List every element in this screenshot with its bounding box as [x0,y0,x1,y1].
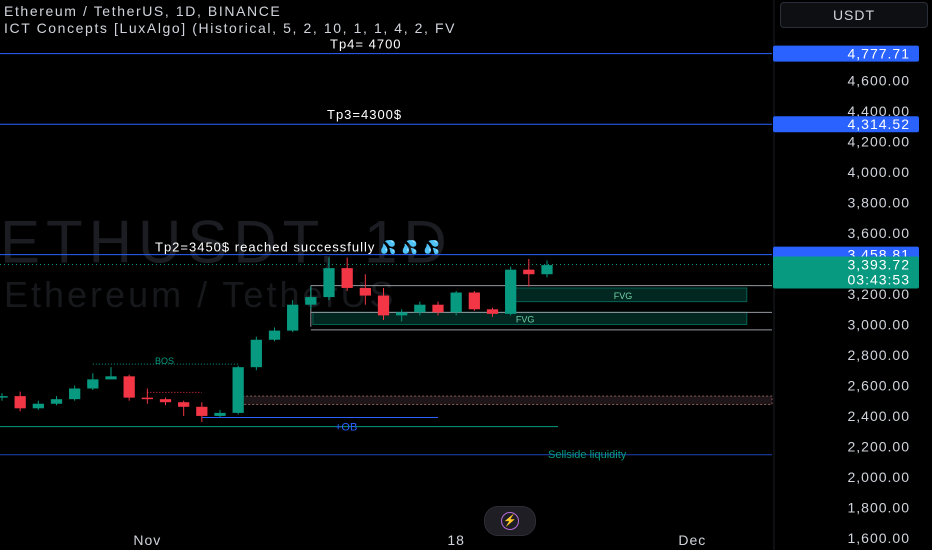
annotation-tp2: Tp2=3450$ reached successfully 💦 💦 💦 [155,239,441,256]
candle-body [341,268,353,288]
candle-body [323,268,335,298]
annotation-bos: BOS [155,356,174,366]
price-tag-label: 4,314.52 [848,116,911,132]
candle-body [14,396,26,409]
candle-body [105,376,117,380]
price-tick-label: 4,200.00 [848,134,911,150]
current-price-label: 3,393.72 [848,257,911,273]
candle-body [0,396,8,398]
order-block-zone [233,395,773,406]
candle-body [32,403,44,409]
candle-body [396,312,408,316]
price-tick-label: 1,600.00 [848,530,911,546]
price-tick-label: 2,000.00 [848,469,911,485]
fvg-label: FVG [614,291,633,301]
time-tick-label: Dec [678,532,706,548]
price-tick-label: 2,400.00 [848,408,911,424]
price-tick-label: 2,600.00 [848,377,911,393]
candle-body [414,304,426,313]
candle-body [505,269,517,314]
candle-body [50,399,63,404]
candle-body [305,297,317,305]
candle-body [541,265,553,275]
candle-body [87,379,99,389]
candle-body [468,292,480,310]
candle-body [196,406,208,416]
fvg-label: FVG [516,314,535,324]
price-tick-label: 4,600.00 [848,73,911,89]
price-tick-label: 2,200.00 [848,438,911,454]
annotation-tp3: Tp3=4300$ [327,107,402,122]
candle-body [523,269,535,275]
chart-header: Ethereum / TetherUS, 1D, BINANCE ICT Con… [4,3,456,37]
symbol-title[interactable]: Ethereum / TetherUS, 1D, BINANCE [4,3,456,20]
candle-body [432,304,444,313]
logo-button[interactable]: ⚡ [484,506,536,536]
candle-body [232,367,244,413]
candle-body [69,388,81,400]
lightning-icon: ⚡ [501,512,519,530]
currency-unit-button[interactable]: USDT [780,2,928,28]
price-tick-label: 3,600.00 [848,225,911,241]
price-chart[interactable]: ETHUSDT, 1DEthereum / TetherUS FVGFVGTp4=… [0,0,932,550]
indicator-title[interactable]: ICT Concepts [LuxAlgo] (Historical, 5, 2… [4,20,456,37]
candle-body [123,376,135,398]
price-tick-label: 1,800.00 [848,499,911,515]
candle-body [486,309,499,314]
candle-body [159,399,172,403]
candle-body [214,412,226,416]
watermark-name: Ethereum / TetherUS [4,274,397,315]
time-tick-label: 18 [447,532,465,548]
candle-body [178,402,190,407]
annotation-tp4: Tp4= 4700 [330,37,402,52]
time-tick-label: Nov [133,532,161,548]
countdown-label: 03:43:53 [848,272,911,288]
candle-body [377,295,390,316]
price-tick-label: 3,000.00 [848,317,911,333]
annotation-ob: +OB [335,422,357,434]
candle-body [287,304,299,331]
price-tag-label: 4,777.71 [848,46,911,62]
candle-body [359,287,371,296]
candle-body [141,397,153,400]
annotation-sellside: Sellside liquidity [548,449,627,461]
price-tick-label: 4,000.00 [848,164,911,180]
price-tick-label: 2,800.00 [848,347,911,363]
candle-body [450,292,462,313]
price-tick-label: 3,800.00 [848,195,911,211]
candle-body [268,330,281,340]
candle-body [250,339,262,368]
